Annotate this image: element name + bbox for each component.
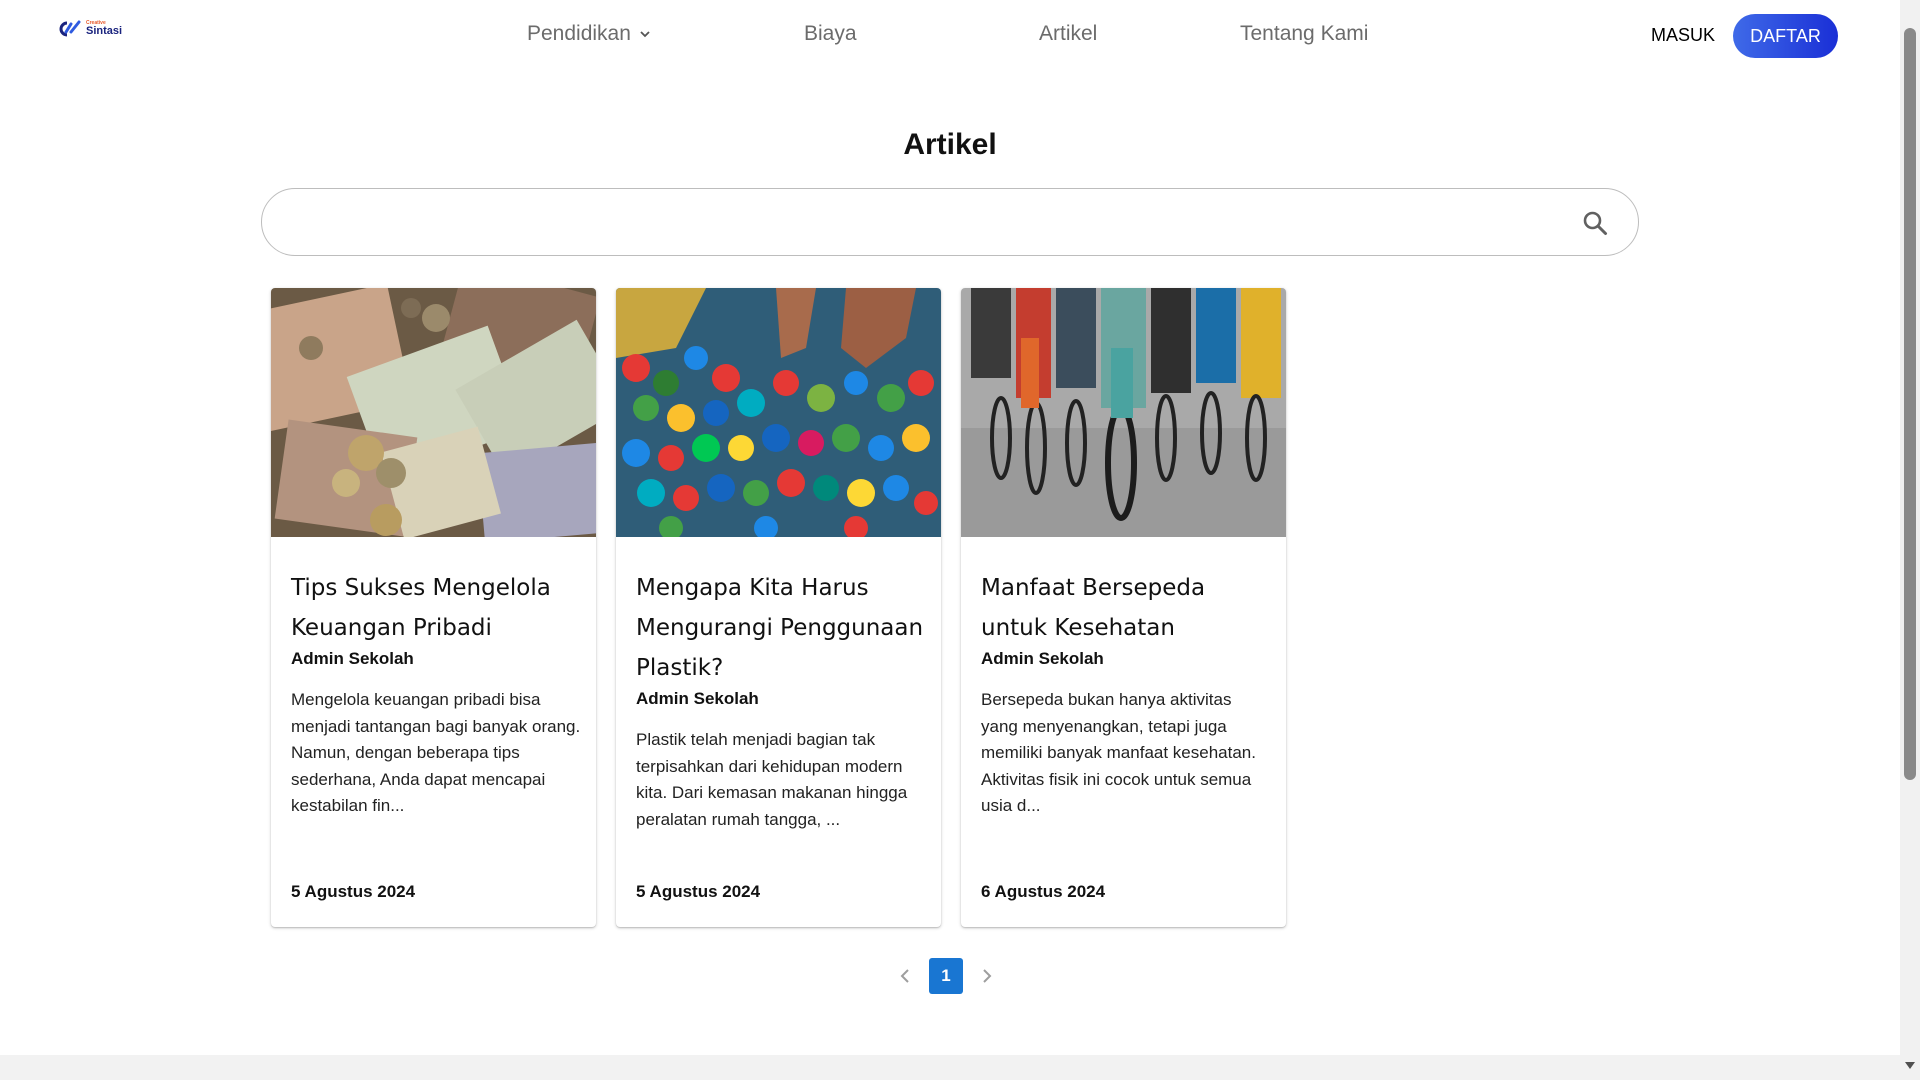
nav-biaya-label: Biaya — [804, 22, 857, 45]
register-button[interactable]: DAFTAR — [1733, 14, 1838, 58]
site-logo[interactable]: Creative Sintasi — [58, 20, 122, 38]
article-card[interactable]: Manfaat Bersepeda untuk Kesehatan Admin … — [961, 288, 1286, 927]
search-bar[interactable] — [261, 188, 1639, 256]
article-author: Admin Sekolah — [981, 649, 1104, 668]
article-image-plastic[interactable] — [616, 288, 941, 537]
plastic-caps-photo — [616, 288, 941, 537]
login-button[interactable]: MASUK — [1651, 25, 1715, 46]
scroll-down-arrow-icon[interactable] — [1905, 1062, 1915, 1069]
chevron-left-icon — [900, 969, 909, 983]
nav-tentang-kami-label: Tentang Kami — [1240, 22, 1369, 45]
page-scrollbar[interactable] — [1900, 0, 1920, 1080]
pagination-prev-button[interactable] — [895, 958, 915, 994]
article-card[interactable]: Mengapa Kita Harus Mengurangi Penggunaan… — [616, 288, 941, 927]
logo-name: Sintasi — [86, 25, 123, 37]
nav-pendidikan-label: Pendidikan — [527, 22, 631, 45]
article-image-money[interactable] — [271, 288, 596, 537]
chevron-down-icon — [640, 31, 650, 38]
article-title[interactable]: Manfaat Bersepeda untuk Kesehatan — [981, 568, 1271, 648]
pagination: 1 — [895, 958, 997, 994]
nav-pendidikan[interactable]: Pendidikan — [527, 22, 651, 46]
money-photo — [271, 288, 596, 537]
footer-edge — [0, 1055, 1900, 1080]
pagination-next-button[interactable] — [977, 958, 997, 994]
article-date: 5 Agustus 2024 — [291, 882, 416, 901]
article-title[interactable]: Mengapa Kita Harus Mengurangi Penggunaan… — [636, 568, 926, 688]
logo-mark-icon — [59, 20, 81, 37]
chevron-right-icon — [983, 969, 992, 983]
nav-biaya[interactable]: Biaya — [804, 22, 857, 46]
article-image-cycling[interactable] — [961, 288, 1286, 537]
pagination-page-1[interactable]: 1 — [929, 958, 963, 994]
article-excerpt: Bersepeda bukan hanya aktivitas yang men… — [981, 690, 1256, 815]
scrollbar-thumb[interactable] — [1904, 28, 1916, 780]
article-author: Admin Sekolah — [291, 649, 414, 668]
cyclists-photo — [961, 288, 1286, 537]
article-excerpt: Plastik telah menjadi bagian tak terpisa… — [636, 730, 908, 829]
article-date: 6 Agustus 2024 — [981, 882, 1106, 901]
nav-artikel-label: Artikel — [1039, 22, 1098, 45]
article-card[interactable]: Tips Sukses Mengelola Keuangan Pribadi A… — [271, 288, 596, 927]
site-header: Creative Sintasi Pendidikan Biaya Artike… — [0, 0, 1900, 70]
article-author: Admin Sekolah — [636, 689, 759, 708]
article-title[interactable]: Tips Sukses Mengelola Keuangan Pribadi — [291, 568, 581, 648]
nav-artikel[interactable]: Artikel — [1039, 22, 1097, 46]
page-title: Artikel — [903, 128, 997, 161]
article-excerpt: Mengelola keuangan pribadi bisa menjadi … — [291, 690, 581, 815]
article-date: 5 Agustus 2024 — [636, 882, 761, 901]
nav-tentang-kami[interactable]: Tentang Kami — [1240, 22, 1368, 46]
search-input[interactable] — [288, 203, 1562, 245]
search-icon[interactable] — [1582, 210, 1608, 236]
